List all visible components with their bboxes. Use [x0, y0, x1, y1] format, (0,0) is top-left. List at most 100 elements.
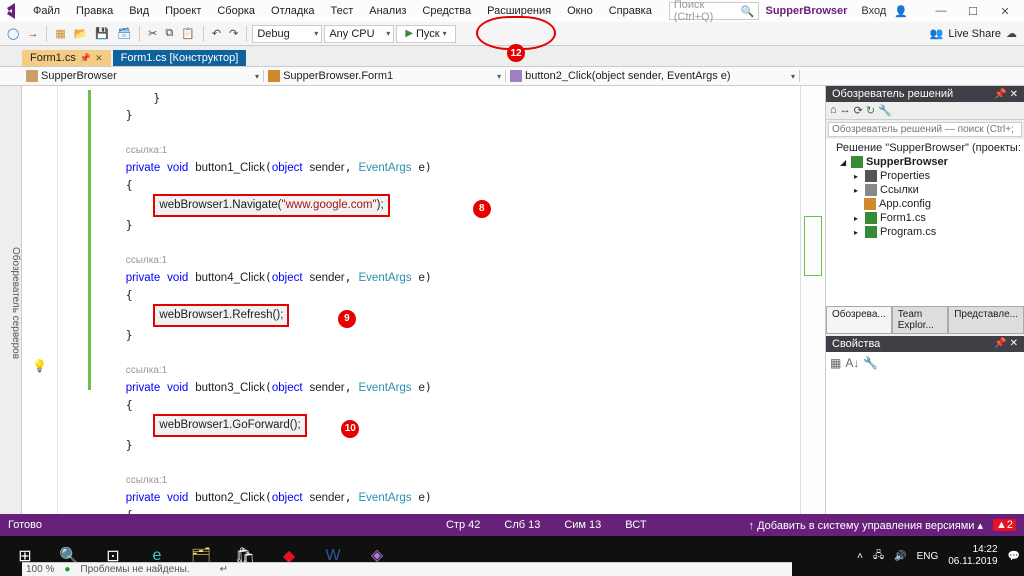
- program-node[interactable]: Program.cs: [880, 226, 936, 238]
- server-explorer-rail[interactable]: Обозреватель серверов: [0, 86, 22, 514]
- props-wrench-icon[interactable]: 🔧: [863, 356, 878, 370]
- zoom-level[interactable]: 100 %: [26, 564, 54, 575]
- pin-icon[interactable]: 📌: [994, 338, 1006, 349]
- solution-tree[interactable]: Решение "SupperBrowser" (проекты: 1 и ◢S…: [826, 139, 1024, 306]
- appconfig-node[interactable]: App.config: [879, 198, 931, 210]
- show-all-icon[interactable]: ⟳: [854, 104, 863, 117]
- tab-form1-cs[interactable]: Form1.cs 📌 ✕: [22, 50, 111, 66]
- minimap[interactable]: [800, 86, 826, 514]
- paste-icon[interactable]: 📋: [178, 26, 198, 41]
- menu-view[interactable]: Вид: [122, 3, 156, 19]
- clock[interactable]: 14:22 06.11.2019: [948, 544, 997, 568]
- close-button[interactable]: ✕: [990, 2, 1020, 20]
- error-status[interactable]: Проблемы не найдены.: [80, 564, 189, 575]
- callout-10: 10: [341, 420, 359, 438]
- nav-class-label: SupperBrowser.Form1: [283, 70, 393, 82]
- sign-in[interactable]: Вход: [861, 5, 886, 17]
- feedback-icon[interactable]: ☁: [1003, 26, 1020, 41]
- live-share-label[interactable]: Live Share: [948, 28, 1001, 40]
- menu-file[interactable]: Файл: [26, 3, 67, 19]
- maximize-button[interactable]: ☐: [958, 2, 988, 20]
- menu-analyze[interactable]: Анализ: [362, 3, 413, 19]
- properties-icon[interactable]: 🔧: [878, 104, 892, 117]
- config-combo[interactable]: Debug: [252, 25, 322, 43]
- crlf-icon[interactable]: ↵: [220, 564, 228, 575]
- close-icon[interactable]: ✕: [1010, 338, 1018, 349]
- refresh-icon[interactable]: ↻: [866, 104, 875, 117]
- csproj-icon: [851, 156, 863, 168]
- start-debug-button[interactable]: ▶ Пуск ▾: [396, 25, 455, 43]
- wrench-icon: [865, 170, 877, 182]
- vs-logo-icon: [4, 2, 20, 20]
- solution-search[interactable]: [826, 120, 1024, 139]
- code-view[interactable]: } } ссылка:1 private void button1_Click(…: [58, 86, 800, 514]
- solution-root[interactable]: Решение "SupperBrowser" (проекты: 1 и: [836, 142, 1024, 154]
- highlight-9: webBrowser1.Refresh();: [153, 304, 289, 327]
- network-icon[interactable]: 🖧: [873, 548, 884, 565]
- lang-indicator[interactable]: ENG: [917, 551, 939, 562]
- platform-combo[interactable]: Any CPU: [324, 25, 394, 43]
- tab-form1-designer[interactable]: Form1.cs [Конструктор]: [113, 50, 247, 66]
- status-line: Стр 42: [446, 519, 480, 531]
- user-icon[interactable]: 👤: [894, 5, 908, 18]
- solution-explorer-header[interactable]: Обозреватель решений 📌✕: [826, 86, 1024, 102]
- notification-icon[interactable]: ▲2: [993, 519, 1016, 531]
- new-project-icon[interactable]: ▦: [52, 26, 68, 41]
- tab-solution[interactable]: Обозрева...: [826, 306, 892, 334]
- home-icon[interactable]: ⌂: [830, 104, 837, 117]
- change-marker: [88, 90, 91, 390]
- class-icon: [268, 70, 280, 82]
- nav-back-icon[interactable]: ◯: [4, 26, 22, 41]
- tab-class-view[interactable]: Представле...: [948, 306, 1024, 334]
- properties-panel: ▦ A↓ 🔧: [826, 352, 1024, 515]
- volume-icon[interactable]: 🔊: [894, 551, 906, 562]
- undo-icon[interactable]: ↶: [209, 26, 224, 41]
- minimize-button[interactable]: —: [926, 2, 956, 20]
- menu-build[interactable]: Сборка: [210, 3, 262, 19]
- pin-icon[interactable]: 📌: [994, 89, 1006, 100]
- save-icon[interactable]: 💾: [92, 26, 112, 41]
- menu-window[interactable]: Окно: [560, 3, 600, 19]
- tab-team-explorer[interactable]: Team Explor...: [892, 306, 948, 334]
- properties-header[interactable]: Свойства 📌✕: [826, 336, 1024, 352]
- categorized-icon[interactable]: ▦: [830, 356, 841, 370]
- form1-node[interactable]: Form1.cs: [880, 212, 926, 224]
- quick-search[interactable]: Поиск (Ctrl+Q) 🔍: [669, 2, 760, 20]
- status-char: Сим 13: [564, 519, 601, 531]
- collapse-icon[interactable]: ↔: [840, 104, 851, 117]
- action-center-icon[interactable]: 💬: [1008, 551, 1020, 562]
- menu-test[interactable]: Тест: [324, 3, 361, 19]
- minimap-viewport[interactable]: [804, 216, 822, 276]
- nav-fwd-icon[interactable]: →: [24, 27, 41, 41]
- nav-project[interactable]: SupperBrowser: [22, 70, 264, 82]
- nav-method[interactable]: button2_Click(object sender, EventArgs e…: [506, 70, 800, 82]
- liveshare-icon[interactable]: 👥: [927, 26, 947, 41]
- scm-add[interactable]: ↑ Добавить в систему управления версиями…: [749, 519, 983, 532]
- close-icon[interactable]: ✕: [1010, 89, 1018, 100]
- main-menu: Файл Правка Вид Проект Сборка Отладка Те…: [26, 3, 659, 19]
- project-node[interactable]: SupperBrowser: [866, 156, 948, 168]
- copy-icon[interactable]: ⧉: [162, 26, 176, 41]
- system-tray[interactable]: ˄ 🖧 🔊 ENG 14:22 06.11.2019 💬: [857, 544, 1020, 568]
- menu-project[interactable]: Проект: [158, 3, 208, 19]
- lightbulb-icon[interactable]: 💡: [32, 359, 47, 373]
- pin-icon[interactable]: 📌: [80, 53, 91, 64]
- right-pane: Обозреватель решений 📌✕ ⌂ ↔ ⟳ ↻ 🔧 Решени…: [826, 86, 1024, 514]
- cut-icon[interactable]: ✂: [145, 26, 160, 41]
- references-node[interactable]: Ссылки: [880, 184, 919, 196]
- save-all-icon[interactable]: 🗃: [114, 26, 134, 41]
- nav-class[interactable]: SupperBrowser.Form1: [264, 70, 506, 82]
- alphabetical-icon[interactable]: A↓: [845, 356, 859, 370]
- open-icon[interactable]: 📂: [71, 26, 91, 41]
- callout-9: 9: [338, 310, 356, 328]
- menu-edit[interactable]: Правка: [69, 3, 120, 19]
- menu-help[interactable]: Справка: [602, 3, 659, 19]
- redo-icon[interactable]: ↷: [226, 26, 241, 41]
- properties-node[interactable]: Properties: [880, 170, 930, 182]
- app-title: SupperBrowser: [759, 5, 853, 17]
- menu-debug[interactable]: Отладка: [264, 3, 321, 19]
- solution-search-input[interactable]: [828, 122, 1022, 137]
- menu-tools[interactable]: Средства: [415, 3, 478, 19]
- tray-chevron-icon[interactable]: ˄: [857, 551, 863, 562]
- close-tab-icon[interactable]: ✕: [95, 53, 103, 64]
